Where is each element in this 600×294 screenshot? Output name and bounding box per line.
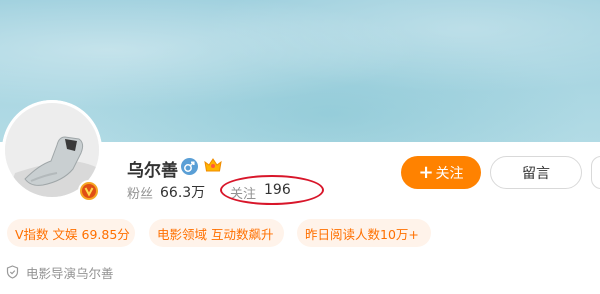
male-icon: [181, 158, 198, 175]
plus-icon: +: [418, 161, 434, 183]
tag-label: 昨日阅读人数10万+: [305, 226, 419, 242]
v-badge-icon: [78, 180, 100, 202]
message-button-label: 留言: [522, 165, 550, 182]
fans-label: 粉丝: [127, 187, 154, 202]
message-button[interactable]: 留言: [490, 156, 582, 189]
tag-readers[interactable]: 昨日阅读人数10万+: [297, 219, 431, 247]
tag-label: V指数 文娱 69.85分: [15, 226, 130, 242]
follow-button[interactable]: + 关注: [401, 156, 481, 189]
verification-text: 电影导演乌尔善: [26, 266, 114, 281]
more-button[interactable]: [591, 156, 600, 189]
follow-button-label: 关注: [435, 165, 464, 182]
tag-interaction[interactable]: 电影领域 互动数飙升: [149, 219, 284, 247]
tag-v-index[interactable]: V指数 文娱 69.85分: [7, 219, 135, 247]
red-highlight-annotation: [220, 175, 324, 205]
shield-icon: [6, 264, 19, 283]
profile-name: 乌尔善: [127, 161, 178, 181]
tag-label: 电影领域 互动数飙升: [157, 226, 274, 242]
crown-icon[interactable]: [203, 156, 223, 178]
fans-count[interactable]: 66.3万: [160, 182, 205, 202]
